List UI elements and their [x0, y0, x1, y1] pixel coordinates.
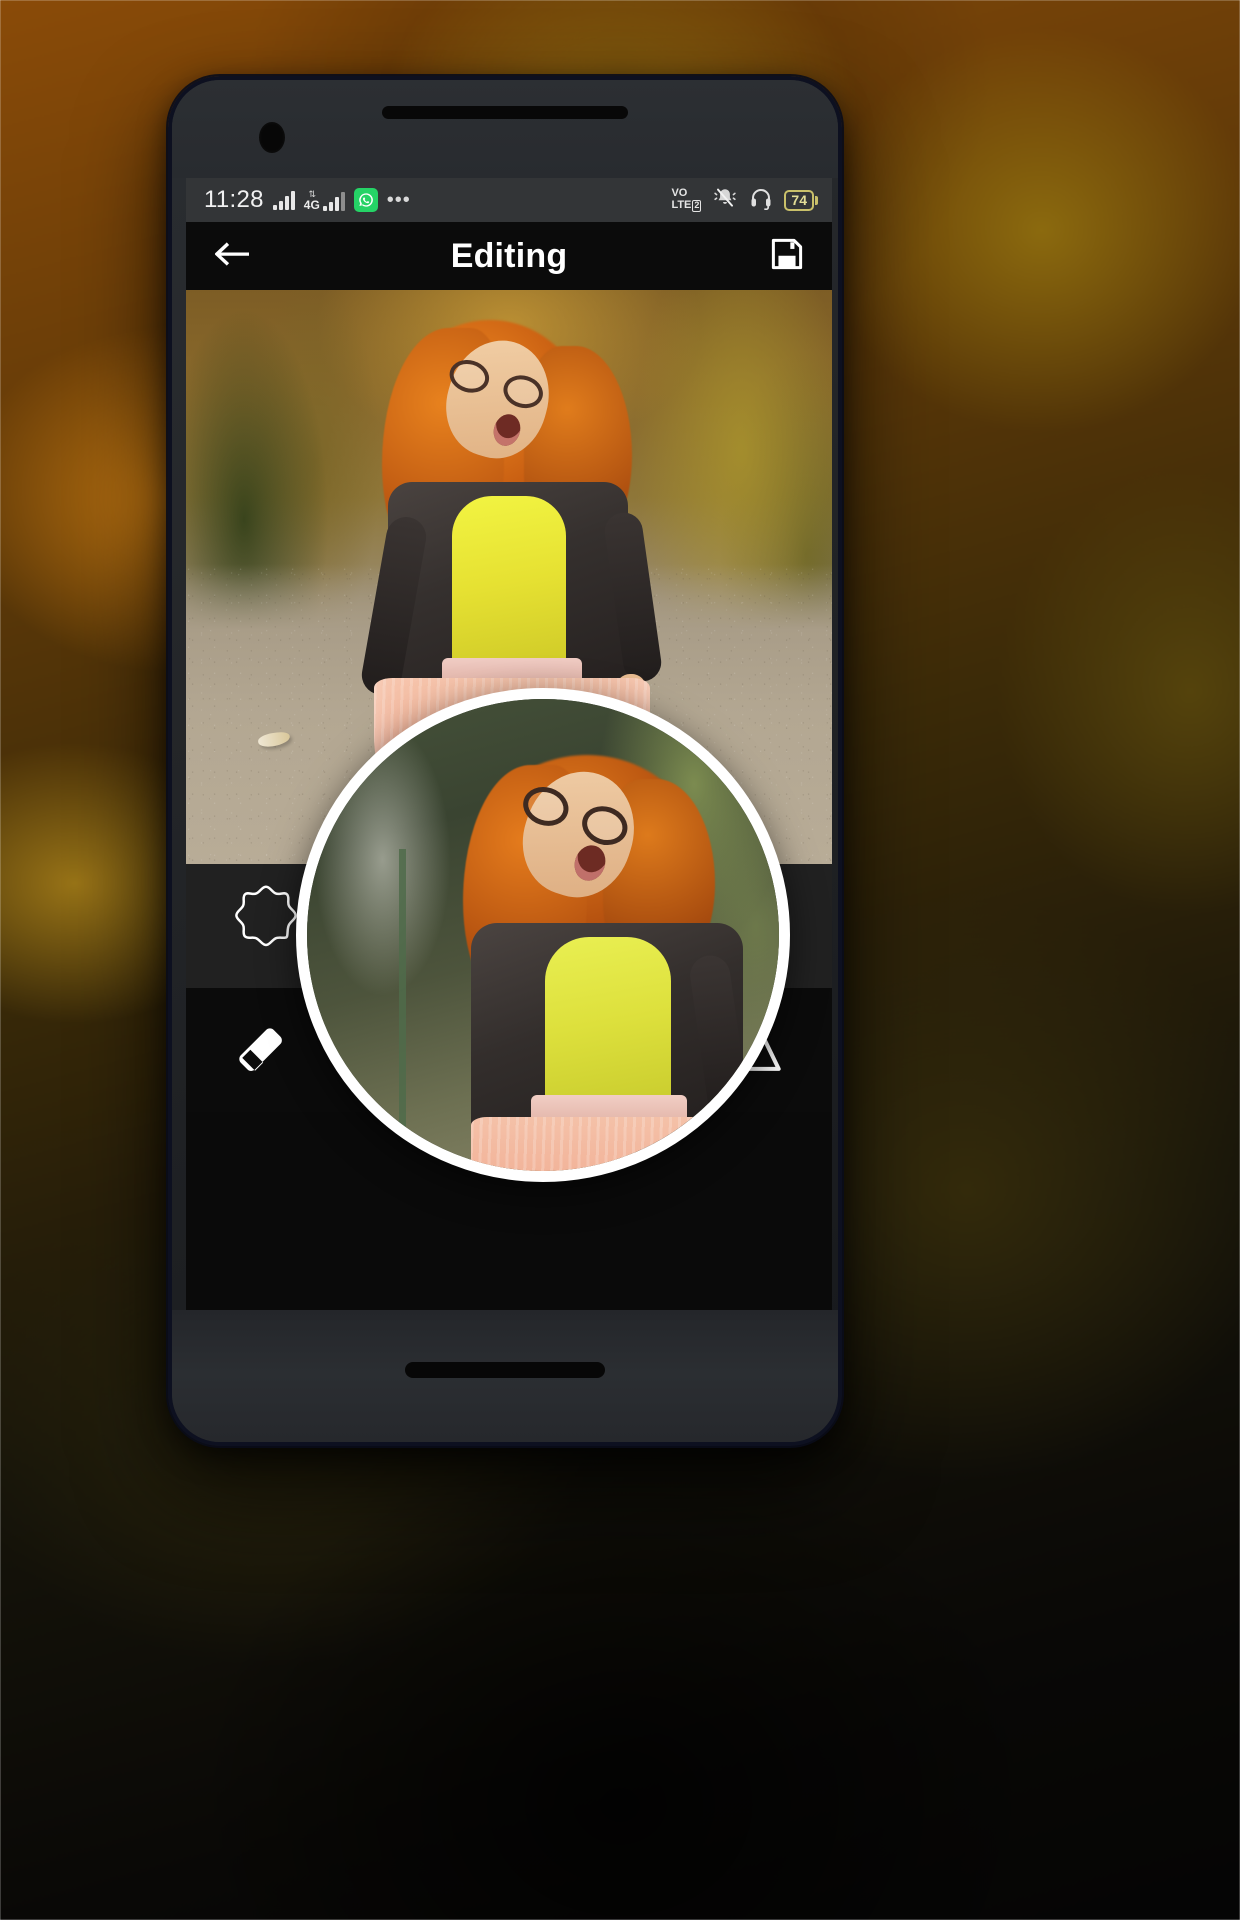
save-button[interactable]: [768, 235, 806, 278]
earpiece-speaker: [382, 106, 628, 119]
mag-subject-shirt: [545, 937, 671, 1107]
network-type-label: 4G: [303, 197, 320, 212]
front-camera-icon: [259, 122, 285, 153]
app-bar: Editing: [186, 222, 832, 290]
status-time: 11:28: [204, 186, 264, 213]
bell-muted-icon: [712, 187, 738, 214]
magnifier-fence-rail: [399, 849, 406, 1171]
save-floppy-icon: [768, 238, 806, 277]
status-bar-right: VO LTE 2 74: [671, 186, 818, 215]
network-type-group: ⇅ 4G: [303, 189, 320, 212]
signal-bars-icon: [272, 190, 295, 210]
whatsapp-icon: [353, 188, 378, 212]
eraser-icon: [231, 1023, 285, 1077]
volte-line-2-group: LTE 2: [671, 199, 702, 212]
bottom-speaker-grille: [405, 1362, 605, 1378]
sim2-network-icon: ⇅ 4G: [303, 189, 345, 212]
back-arrow-icon: [212, 241, 252, 274]
volte-indicator: VO LTE 2: [671, 188, 702, 212]
battery-indicator: 74: [784, 189, 818, 211]
status-bar: 11:28 ⇅ 4G ••• VO LTE 2 74: [186, 178, 832, 222]
volte-line-2: LTE: [671, 199, 692, 211]
subject-shirt: [452, 496, 566, 668]
magnifier-subject: [453, 747, 779, 1171]
phone-bottom-bezel: [172, 1310, 838, 1442]
signal-bars-secondary-icon: [322, 191, 345, 211]
back-button[interactable]: [212, 238, 252, 275]
overflow-dots-icon: •••: [386, 189, 411, 211]
volte-sim-badge: 2: [692, 199, 702, 212]
phone-top-bezel: [172, 80, 838, 178]
battery-level-label: 74: [784, 189, 814, 211]
battery-tip: [815, 195, 818, 205]
magnifier-content: [307, 699, 779, 1171]
page-title: Editing: [450, 236, 568, 275]
magnified-preview-circle[interactable]: [296, 688, 790, 1182]
status-bar-left: 11:28 ⇅ 4G •••: [204, 186, 411, 214]
eraser-tool[interactable]: [226, 1018, 290, 1082]
headphone-icon: [749, 186, 773, 215]
